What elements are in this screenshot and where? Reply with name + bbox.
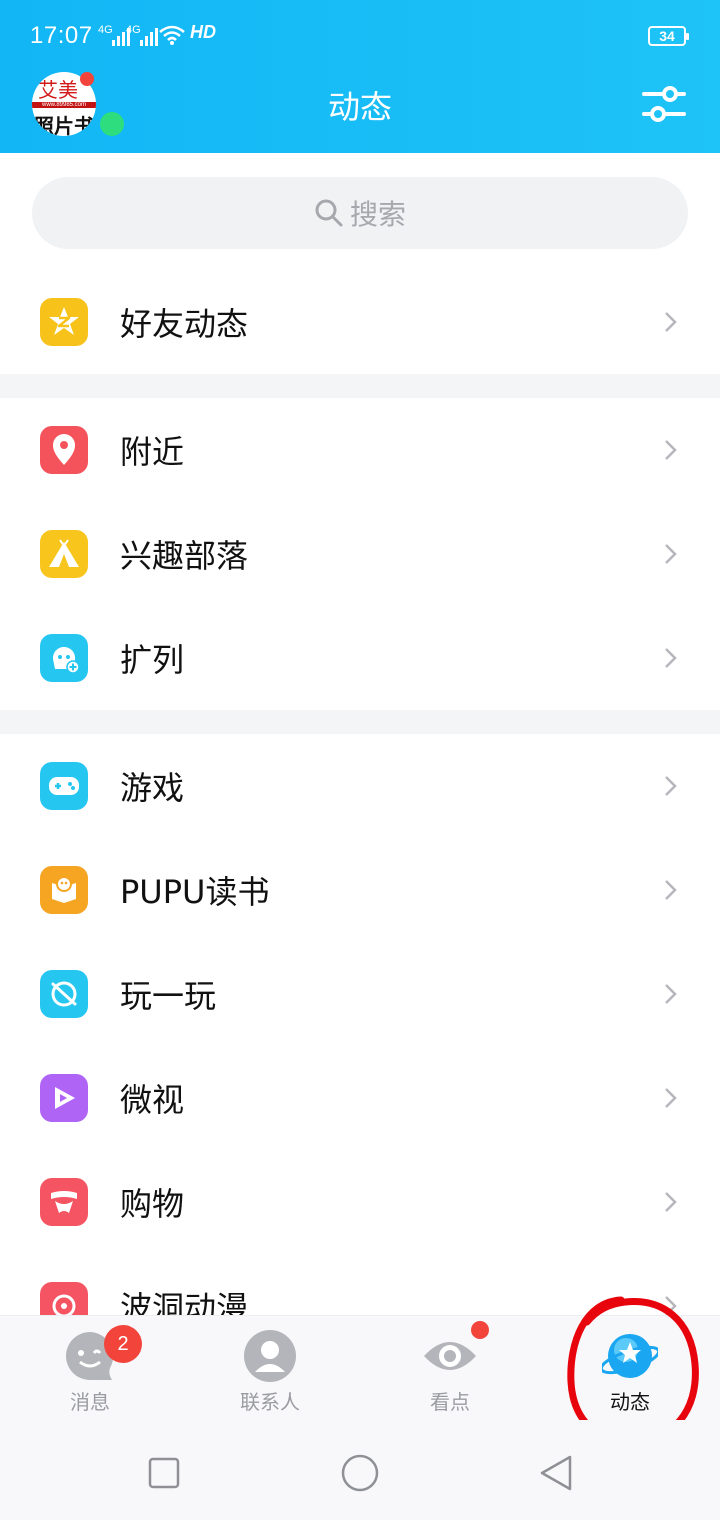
list-item-label: 兴趣部落: [120, 537, 249, 575]
gamepad-icon: [40, 762, 88, 810]
chevron-right-icon: [665, 544, 677, 564]
recent-apps-icon[interactable]: [148, 1457, 180, 1489]
chevron-right-icon: [665, 648, 677, 668]
add-friend-face-icon: [40, 634, 88, 682]
list-item-games[interactable]: 游戏: [0, 734, 720, 838]
chevron-right-icon: [665, 1192, 677, 1212]
battery-icon: 34: [648, 26, 689, 46]
list-item-label: 扩列: [120, 641, 185, 679]
list-item-friend-feed[interactable]: 好友动态: [0, 270, 720, 374]
page-title: 动态: [327, 88, 392, 126]
wifi-icon: [159, 25, 185, 45]
new-content-dot: [471, 1321, 489, 1339]
content-list: 搜索 好友动态 附近 兴趣部落 扩列 游戏 PUPU读书 玩一玩 微视 购物 波…: [0, 153, 720, 1315]
search-section: 搜索: [0, 153, 720, 270]
top-header: 17:07 4G 4G HD 34 艾美 www.89985.com 照片书 动…: [0, 0, 720, 153]
list-item-label: 玩一玩: [120, 977, 217, 1015]
list-item-label: PUPU读书: [120, 873, 270, 911]
list-item-interest-tribe[interactable]: 兴趣部落: [0, 502, 720, 606]
list-item-nearby[interactable]: 附近: [0, 398, 720, 502]
bow-gift-icon: [40, 1178, 88, 1226]
signal-label-1: 4G: [98, 24, 113, 36]
tab-kandian[interactable]: 看点: [390, 1316, 510, 1421]
tab-label: 联系人: [240, 1390, 300, 1414]
list-item-shopping[interactable]: 购物: [0, 1150, 720, 1254]
tab-label: 消息: [70, 1390, 110, 1414]
signal-label-2: 4G: [126, 24, 141, 36]
list-item-label: 微视: [120, 1081, 185, 1119]
list-item-expand-friends[interactable]: 扩列: [0, 606, 720, 710]
planet-orbit-icon: [40, 970, 88, 1018]
chevron-right-icon: [665, 312, 677, 332]
section-friends: 好友动态: [0, 270, 720, 374]
play-video-icon: [40, 1074, 88, 1122]
tab-contacts[interactable]: 联系人: [210, 1316, 330, 1421]
eye-icon: [424, 1342, 476, 1370]
list-item-weishi[interactable]: 微视: [0, 1046, 720, 1150]
battery-level: 34: [659, 28, 675, 44]
back-icon[interactable]: [538, 1454, 574, 1492]
hd-indicator: HD: [190, 22, 216, 42]
status-bar: 17:07 4G 4G HD 34: [0, 0, 720, 72]
system-nav-bar: [0, 1420, 720, 1520]
chevron-right-icon: [665, 880, 677, 900]
list-item-label: 好友动态: [120, 305, 249, 343]
settings-sliders-icon[interactable]: [640, 80, 688, 128]
list-item-pupu-reading[interactable]: PUPU读书: [0, 838, 720, 942]
location-pin-icon: [40, 426, 88, 474]
list-item-label: 波洞动漫: [120, 1289, 249, 1315]
section-divider: [0, 374, 720, 398]
search-input[interactable]: 搜索: [32, 177, 688, 249]
qzone-star-icon: [40, 298, 88, 346]
section-apps: 游戏 PUPU读书 玩一玩 微视 购物 波洞动漫: [0, 734, 720, 1315]
tent-icon: [40, 530, 88, 578]
contacts-person-icon: [244, 1330, 296, 1382]
chevron-right-icon: [665, 776, 677, 796]
anime-icon: [40, 1282, 88, 1315]
section-social: 附近 兴趣部落 扩列: [0, 398, 720, 710]
chevron-right-icon: [665, 1088, 677, 1108]
signal-bars-icon: [140, 26, 160, 46]
chevron-right-icon: [665, 440, 677, 460]
search-icon: [315, 199, 343, 227]
section-divider: [0, 710, 720, 734]
unread-badge: 2: [104, 1325, 142, 1363]
clock: 17:07: [30, 22, 93, 49]
search-placeholder: 搜索: [349, 198, 406, 231]
list-item-label: 附近: [120, 433, 185, 471]
list-item-label: 游戏: [120, 769, 185, 807]
chevron-right-icon: [665, 984, 677, 1004]
tab-label: 看点: [430, 1390, 470, 1414]
home-icon[interactable]: [340, 1453, 380, 1493]
list-item-play[interactable]: 玩一玩: [0, 942, 720, 1046]
list-item-label: 购物: [120, 1185, 185, 1223]
book-reader-icon: [40, 866, 88, 914]
